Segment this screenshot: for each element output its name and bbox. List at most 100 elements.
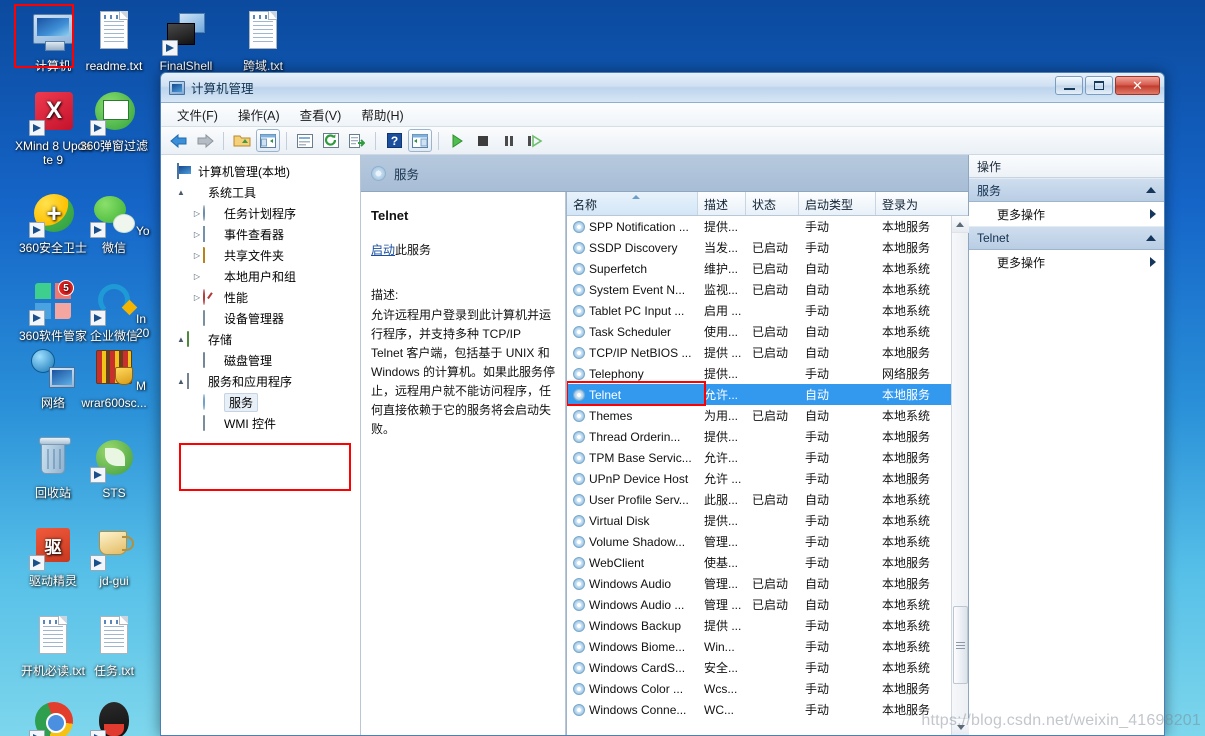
table-row[interactable]: Task Scheduler 使用... 已启动 自动 本地系统: [567, 321, 951, 342]
table-row[interactable]: System Event N... 监视... 已启动 自动 本地系统: [567, 279, 951, 300]
services-rows[interactable]: SPP Notification ... 提供... 手动 本地服务 SSDP Disc…: [567, 216, 951, 735]
column-header-startup-type[interactable]: 启动类型: [799, 192, 876, 215]
minimize-button[interactable]: [1055, 76, 1083, 95]
cell-startup: 手动: [805, 619, 830, 633]
desktop-icon-360-popup-filter[interactable]: 360弹窗过滤: [75, 88, 153, 153]
tree-node-disk-management[interactable]: 磁盘管理: [161, 350, 360, 371]
actions-group-title: Telnet: [977, 231, 1010, 245]
close-button[interactable]: ✕: [1115, 76, 1160, 95]
start-service-icon[interactable]: [445, 129, 469, 152]
menu-view[interactable]: 查看(V): [292, 102, 350, 127]
show-action-pane-icon[interactable]: [408, 129, 432, 152]
desktop-icon-finalshell[interactable]: FinalShell: [147, 8, 225, 73]
expander-expanded-icon[interactable]: ▲: [175, 377, 187, 386]
tree-root-computer-management[interactable]: 计算机管理(本地): [161, 161, 360, 182]
expander-collapsed-icon[interactable]: ▷: [191, 293, 203, 302]
action-more-actions-services[interactable]: 更多操作: [969, 202, 1164, 226]
maximize-button[interactable]: [1085, 76, 1113, 95]
desktop-icon-sts[interactable]: STS: [75, 435, 153, 500]
desktop-icon-qq[interactable]: [75, 698, 153, 736]
column-header-description[interactable]: 描述: [698, 192, 746, 215]
expander-collapsed-icon[interactable]: ▷: [191, 209, 203, 218]
scroll-up-button[interactable]: [951, 216, 969, 233]
console-tree[interactable]: 计算机管理(本地) ▲ 系统工具 ▷ 任务计划程序 ▷ 事件查看器 ▷ 共享文件…: [161, 155, 361, 735]
table-row[interactable]: TPM Base Servic... 允许... 手动 本地服务: [567, 447, 951, 468]
restart-service-icon[interactable]: [523, 129, 547, 152]
show-hide-tree-icon[interactable]: [256, 129, 280, 152]
tree-node-device-manager[interactable]: 设备管理器: [161, 308, 360, 329]
service-gear-icon: [573, 241, 585, 254]
table-row[interactable]: Tablet PC Input ... 启用 ... 手动 本地系统: [567, 300, 951, 321]
expander-expanded-icon[interactable]: ▲: [175, 188, 187, 197]
export-list-icon[interactable]: [345, 129, 369, 152]
expander-collapsed-icon[interactable]: ▷: [191, 251, 203, 260]
table-row[interactable]: Windows CardS... 安全... 手动 本地系统: [567, 657, 951, 678]
up-folder-icon[interactable]: [230, 129, 254, 152]
table-row[interactable]: User Profile Serv... 此服... 已启动 自动 本地系统: [567, 489, 951, 510]
menu-file[interactable]: 文件(F): [169, 102, 226, 127]
action-more-actions-telnet[interactable]: 更多操作: [969, 250, 1164, 274]
table-row[interactable]: Windows Audio 管理... 已启动 自动 本地服务: [567, 573, 951, 594]
table-row[interactable]: Windows Audio ... 管理 ... 已启动 自动 本地系统: [567, 594, 951, 615]
desktop-icon-jd-gui[interactable]: jd-gui: [75, 523, 153, 588]
table-row[interactable]: Windows Color ... Wcs... 手动 本地服务: [567, 678, 951, 699]
table-row[interactable]: TCP/IP NetBIOS ... 提供 ... 已启动 自动 本地服务: [567, 342, 951, 363]
back-icon[interactable]: [167, 129, 191, 152]
tree-node-event-viewer[interactable]: ▷ 事件查看器: [161, 224, 360, 245]
properties-icon[interactable]: [293, 129, 317, 152]
pause-service-icon[interactable]: [497, 129, 521, 152]
column-header-logon-as[interactable]: 登录为: [876, 192, 932, 215]
tree-node-task-scheduler[interactable]: ▷ 任务计划程序: [161, 203, 360, 224]
table-row[interactable]: Volume Shadow... 管理... 手动 本地系统: [567, 531, 951, 552]
column-header-name[interactable]: 名称: [567, 192, 698, 215]
expander-collapsed-icon[interactable]: ▷: [191, 230, 203, 239]
menu-action[interactable]: 操作(A): [230, 102, 288, 127]
cell-logon: 本地系统: [882, 640, 931, 654]
cell-name: WebClient: [567, 556, 698, 570]
help-icon[interactable]: ?: [382, 129, 406, 152]
tree-node-local-users-groups[interactable]: ▷ 本地用户和组: [161, 266, 360, 287]
table-row[interactable]: SSDP Discovery 当发... 已启动 手动 本地服务: [567, 237, 951, 258]
table-row[interactable]: Superfetch 维护... 已启动 自动 本地系统: [567, 258, 951, 279]
service-gear-icon: [573, 220, 585, 233]
system-tools-icon: [187, 185, 204, 200]
table-row[interactable]: WebClient 使基... 手动 本地服务: [567, 552, 951, 573]
actions-group-telnet[interactable]: Telnet: [969, 226, 1164, 250]
table-row[interactable]: Telephony 提供... 手动 网络服务: [567, 363, 951, 384]
desktop-icon-renwu-txt[interactable]: 任务.txt: [75, 613, 153, 678]
refresh-icon[interactable]: [319, 129, 343, 152]
cell-startup: 自动: [805, 325, 830, 339]
stop-service-icon[interactable]: [471, 129, 495, 152]
tree-node-shared-folders[interactable]: ▷ 共享文件夹: [161, 245, 360, 266]
scroll-down-button[interactable]: [952, 718, 969, 735]
tree-node-services[interactable]: 服务: [161, 392, 360, 413]
window-titlebar[interactable]: 计算机管理 ✕: [161, 73, 1164, 103]
chevron-up-icon[interactable]: [1146, 187, 1156, 193]
tree-node-performance[interactable]: ▷ 性能: [161, 287, 360, 308]
table-row[interactable]: SPP Notification ... 提供... 手动 本地服务: [567, 216, 951, 237]
tree-node-services-and-applications[interactable]: ▲ 服务和应用程序: [161, 371, 360, 392]
table-row[interactable]: Windows Conne... WC... 手动 本地服务: [567, 699, 951, 720]
desktop-icon-kuayu-txt[interactable]: 跨域.txt: [224, 8, 302, 73]
desktop-icon-readme[interactable]: readme.txt: [75, 8, 153, 73]
table-row[interactable]: Virtual Disk 提供... 手动 本地系统: [567, 510, 951, 531]
table-row[interactable]: UPnP Device Host 允许 ... 手动 本地服务: [567, 468, 951, 489]
menu-help[interactable]: 帮助(H): [353, 102, 411, 127]
tree-node-system-tools[interactable]: ▲ 系统工具: [161, 182, 360, 203]
table-row-selected[interactable]: Telnet 允许... 自动 本地服务: [567, 384, 951, 405]
table-row[interactable]: Thread Orderin... 提供... 手动 本地服务: [567, 426, 951, 447]
start-service-link[interactable]: 启动: [371, 243, 395, 257]
tree-node-wmi-control[interactable]: WMI 控件: [161, 413, 360, 434]
table-row[interactable]: Themes 为用... 已启动 自动 本地系统: [567, 405, 951, 426]
expander-expanded-icon[interactable]: ▲: [175, 335, 187, 344]
column-header-status[interactable]: 状态: [746, 192, 799, 215]
forward-icon[interactable]: [193, 129, 217, 152]
actions-group-services[interactable]: 服务: [969, 178, 1164, 202]
expander-collapsed-icon[interactable]: ▷: [191, 272, 203, 281]
table-row[interactable]: Windows Biome... Win... 手动 本地系统: [567, 636, 951, 657]
chevron-up-icon[interactable]: [1146, 235, 1156, 241]
table-row[interactable]: Windows Backup 提供 ... 手动 本地系统: [567, 615, 951, 636]
scrollbar-thumb[interactable]: [953, 606, 968, 684]
tree-node-storage[interactable]: ▲ 存储: [161, 329, 360, 350]
services-list-scrollbar[interactable]: [951, 216, 969, 735]
